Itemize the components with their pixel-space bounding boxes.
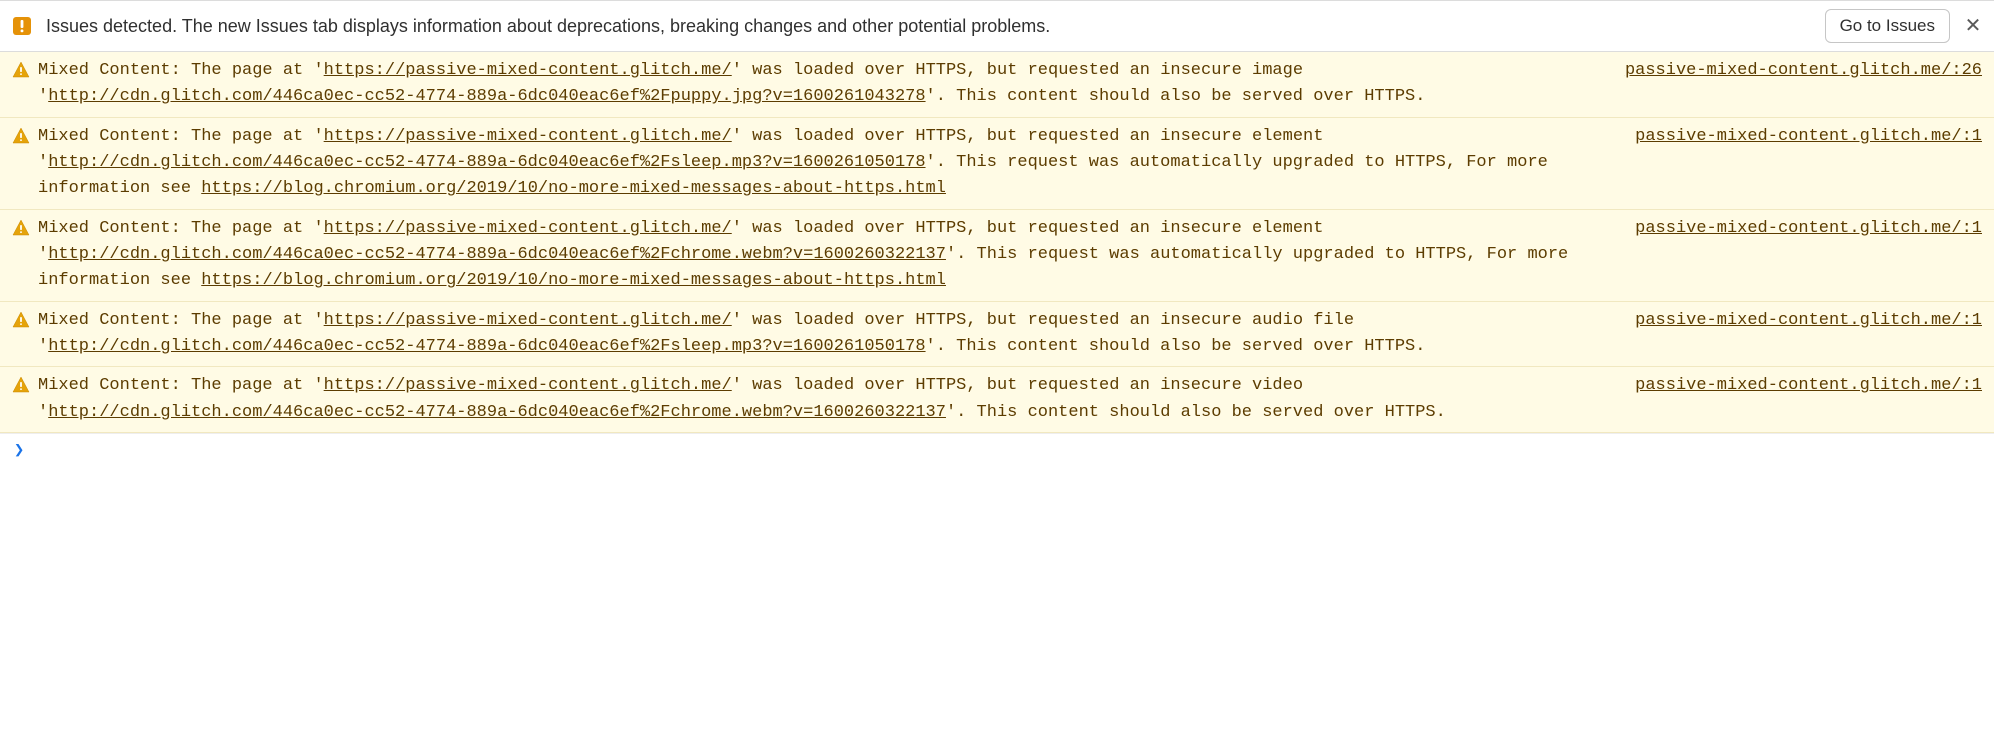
console-warning-row: Mixed Content: The page at 'https://pass… xyxy=(0,118,1994,210)
issues-bar-text: Issues detected. The new Issues tab disp… xyxy=(46,16,1811,37)
issues-icon xyxy=(12,16,32,36)
warning-icon xyxy=(12,376,30,394)
source-link[interactable]: passive-mixed-content.glitch.me/:1 xyxy=(1619,373,1982,399)
console-prompt[interactable]: ❯ xyxy=(0,433,1994,473)
console-message-text: Mixed Content: The page at 'https://pass… xyxy=(38,308,1611,361)
url-link[interactable]: https://blog.chromium.org/2019/10/no-mor… xyxy=(201,271,946,290)
url-link[interactable]: http://cdn.glitch.com/446ca0ec-cc52-4774… xyxy=(48,403,946,422)
console-warning-row: Mixed Content: The page at 'https://pass… xyxy=(0,52,1994,118)
console-warning-row: Mixed Content: The page at 'https://pass… xyxy=(0,367,1994,433)
go-to-issues-button[interactable]: Go to Issues xyxy=(1825,9,1950,43)
url-link[interactable]: https://passive-mixed-content.glitch.me/ xyxy=(324,376,732,395)
warning-icon xyxy=(12,219,30,237)
url-link[interactable]: http://cdn.glitch.com/446ca0ec-cc52-4774… xyxy=(48,337,925,356)
close-icon[interactable]: ✕ xyxy=(1964,16,1982,36)
url-link[interactable]: https://passive-mixed-content.glitch.me/ xyxy=(324,219,732,238)
issues-bar: Issues detected. The new Issues tab disp… xyxy=(0,0,1994,52)
url-link[interactable]: https://blog.chromium.org/2019/10/no-mor… xyxy=(201,179,946,198)
url-link[interactable]: https://passive-mixed-content.glitch.me/ xyxy=(324,311,732,330)
warning-icon xyxy=(12,61,30,79)
source-link[interactable]: passive-mixed-content.glitch.me/:1 xyxy=(1619,216,1982,242)
source-link[interactable]: passive-mixed-content.glitch.me/:26 xyxy=(1609,58,1982,84)
console-warning-row: Mixed Content: The page at 'https://pass… xyxy=(0,302,1994,368)
console-warning-row: Mixed Content: The page at 'https://pass… xyxy=(0,210,1994,302)
console-message-text: Mixed Content: The page at 'https://pass… xyxy=(38,124,1611,203)
console-message-text: Mixed Content: The page at 'https://pass… xyxy=(38,58,1601,111)
url-link[interactable]: https://passive-mixed-content.glitch.me/ xyxy=(324,61,732,80)
warning-icon xyxy=(12,311,30,329)
url-link[interactable]: http://cdn.glitch.com/446ca0ec-cc52-4774… xyxy=(48,153,925,172)
console-message-text: Mixed Content: The page at 'https://pass… xyxy=(38,373,1611,426)
url-link[interactable]: http://cdn.glitch.com/446ca0ec-cc52-4774… xyxy=(48,245,946,264)
console-message-text: Mixed Content: The page at 'https://pass… xyxy=(38,216,1611,295)
url-link[interactable]: https://passive-mixed-content.glitch.me/ xyxy=(324,127,732,146)
warning-icon xyxy=(12,127,30,145)
source-link[interactable]: passive-mixed-content.glitch.me/:1 xyxy=(1619,124,1982,150)
url-link[interactable]: http://cdn.glitch.com/446ca0ec-cc52-4774… xyxy=(48,87,925,106)
source-link[interactable]: passive-mixed-content.glitch.me/:1 xyxy=(1619,308,1982,334)
